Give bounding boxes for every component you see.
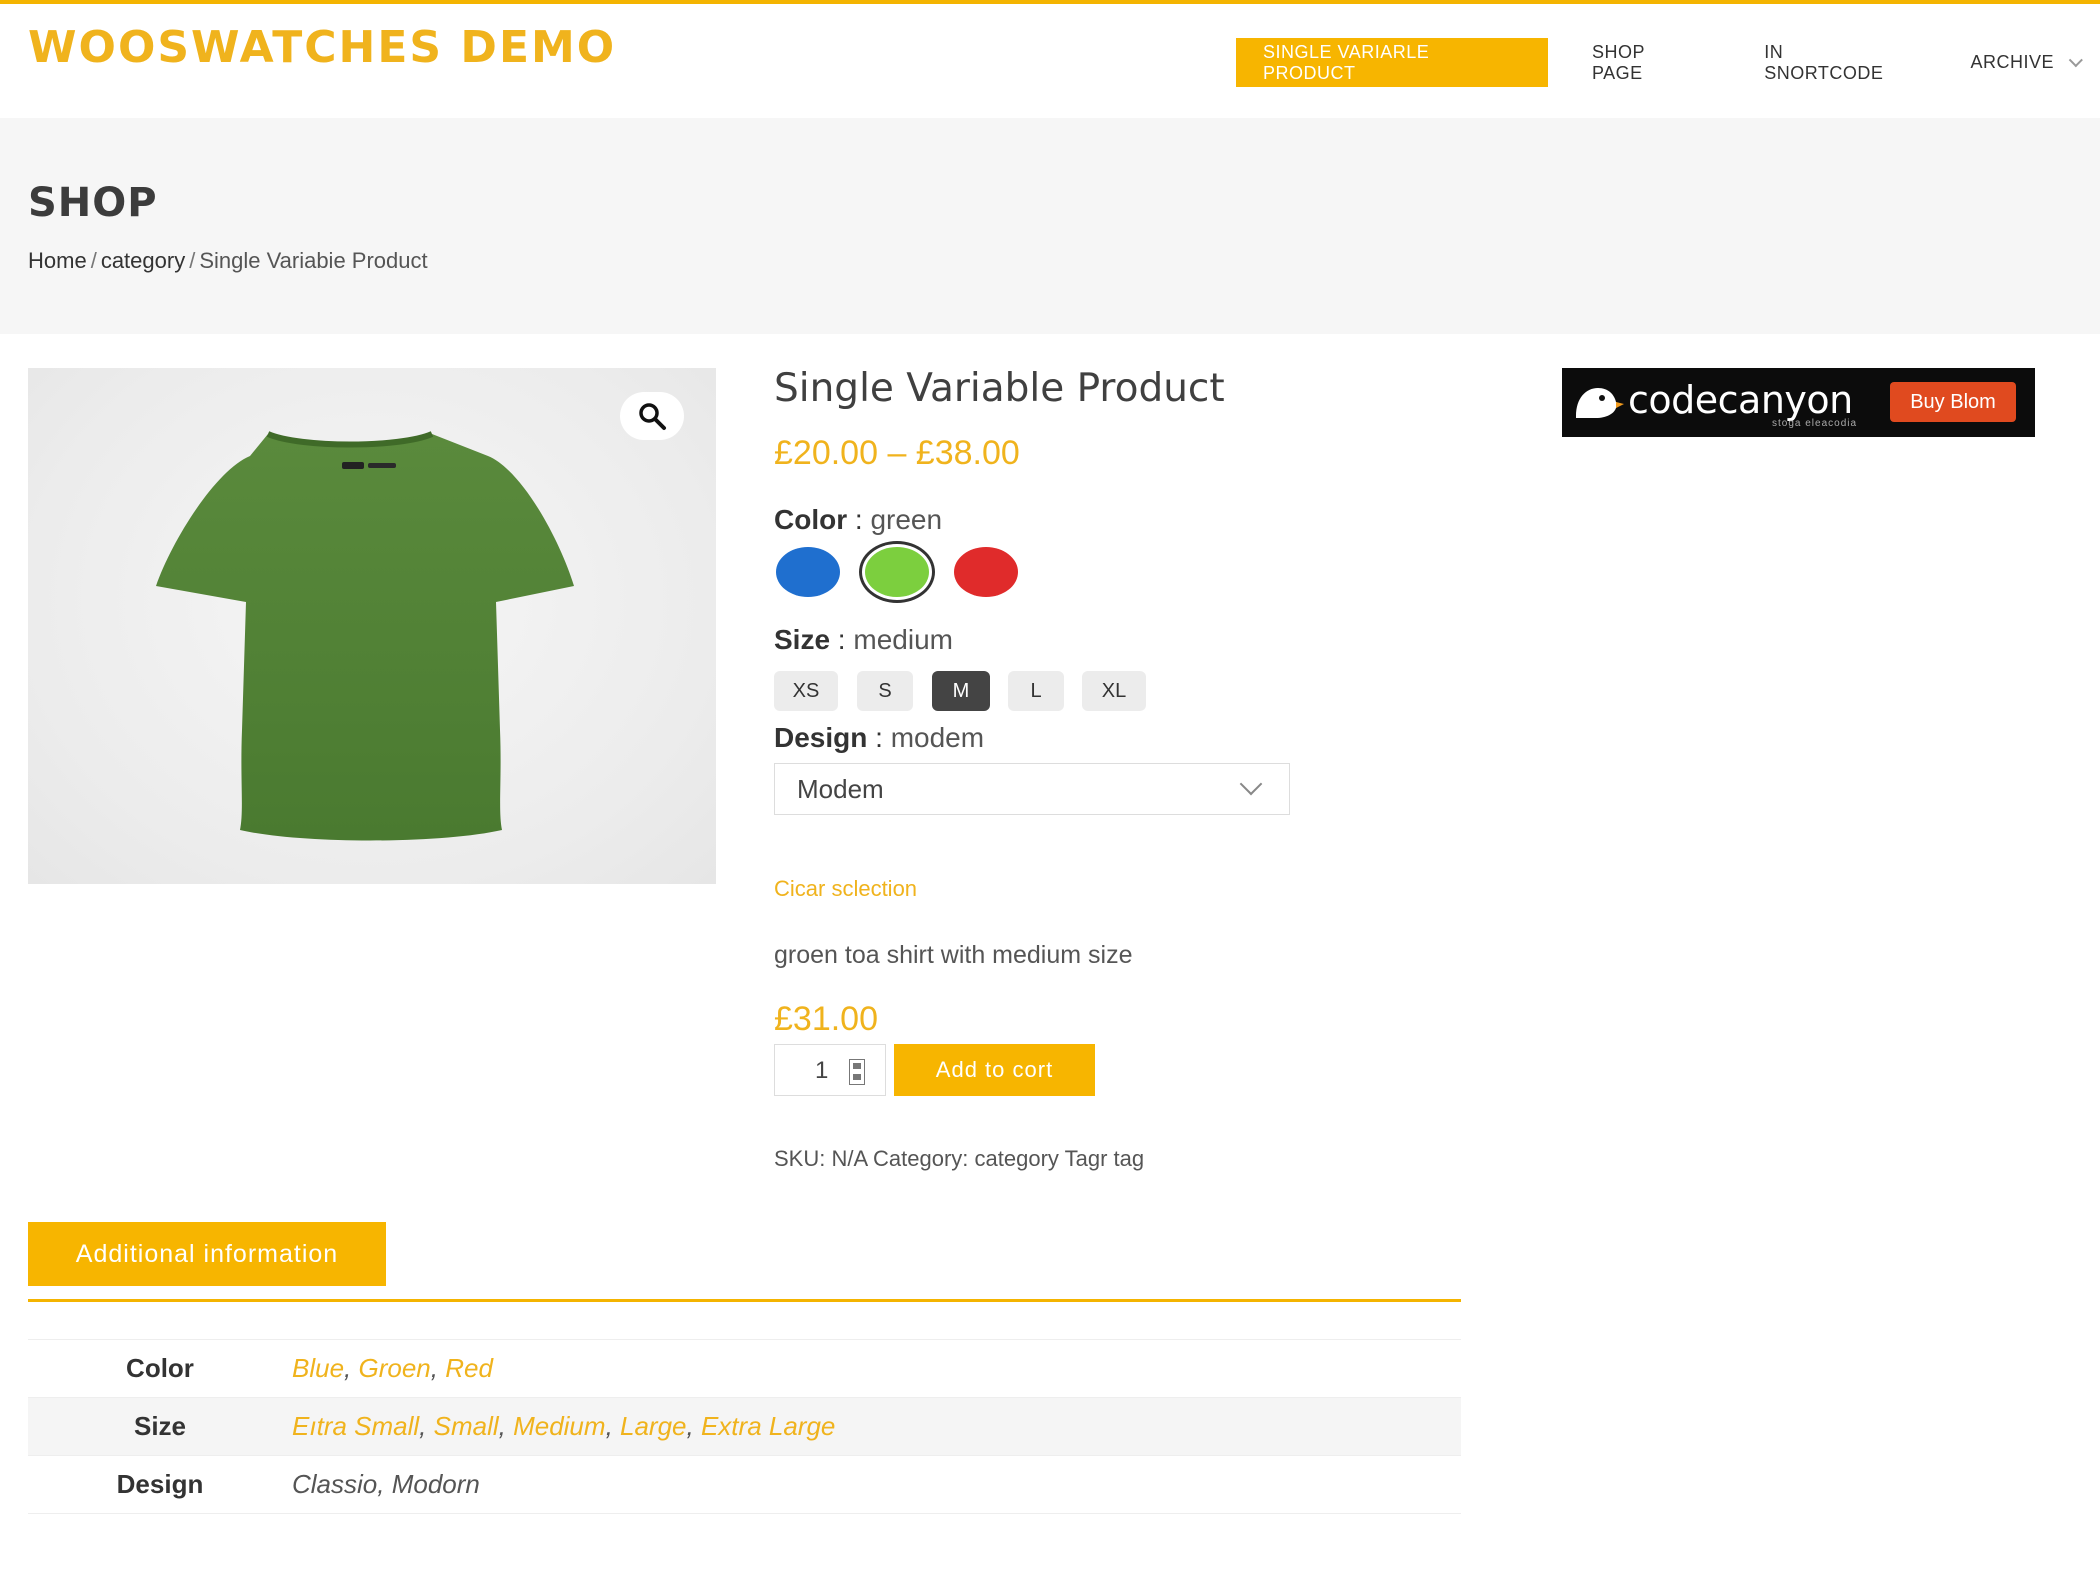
spinner-icon[interactable] [849,1059,865,1085]
size-selected-value: medium [853,624,953,655]
nav-item-single-variable-product[interactable]: SINGLE VARIARLE PRODUCT [1236,38,1548,87]
product-title: Single Variable Product [774,366,1225,411]
price-range: £20.00 – £38.00 [774,434,1020,472]
size-label: Size : medium [774,624,953,656]
color-label-name: Color [774,504,848,535]
tab-additional-information[interactable]: Additional information [28,1222,386,1286]
breadcrumb-home[interactable]: Home [28,248,87,273]
color-label: Color : green [774,504,942,536]
attr-values-color: Blue, Groen, Red [292,1353,493,1383]
site-title[interactable]: WOOSWATCHES DEMO [28,22,616,73]
chevron-down-icon [1239,772,1263,796]
attr-link-extra-small[interactable]: Eıtra Small [292,1411,419,1441]
design-selected-value: modem [890,722,985,753]
label-separator: : [867,722,891,753]
tab-divider [28,1299,1461,1302]
label-separator: : [847,504,871,535]
size-option-xl[interactable]: XL [1082,671,1146,711]
breadcrumb: Home / category / Single Variabie Product [28,248,428,274]
breadcrumb-current: Single Variabie Product [199,248,428,273]
color-swatch-blue[interactable] [776,547,840,597]
attr-name-design: Design [116,1469,204,1499]
table-row: Color Blue, Groen, Red [28,1339,1461,1398]
top-accent-line [0,0,2100,4]
codecanyon-banner[interactable]: codecanyon stoga eleacodia Buy Blom [1562,368,2035,437]
label-separator: : [830,624,854,655]
attr-link-small[interactable]: Small [434,1411,499,1441]
attr-value-modern: Modorn [391,1469,480,1499]
attr-name-size: Size [133,1411,187,1441]
quantity-stepper[interactable]: 1 [774,1044,886,1096]
variation-price: £31.00 [774,1000,878,1038]
attr-value-classic: Classio [292,1469,378,1499]
ad-brand: codecanyon [1628,378,1853,422]
page-title-band [0,118,2100,334]
attr-values-design: Classio, Modorn [292,1469,480,1499]
nav-item-archive[interactable]: ARCHIVE [1948,38,2100,87]
design-label: Design : modem [774,722,984,754]
chevron-down-icon [2068,52,2083,67]
breadcrumb-category[interactable]: category [101,248,185,273]
nav-item-in-shortcode[interactable]: IN SNORTCODE [1742,38,1926,87]
color-swatch-red[interactable] [954,547,1018,597]
attr-values-size: Eıtra Small, Small, Medium, Large, Extra… [292,1411,836,1441]
additional-info-table: Color Blue, Groen, Red Size Eıtra Small,… [28,1339,1461,1514]
attr-link-large[interactable]: Large [620,1411,687,1441]
table-row: Size Eıtra Small, Small, Medium, Large, … [28,1397,1461,1456]
ad-buy-button[interactable]: Buy Blom [1890,382,2016,422]
nav-item-archive-label: ARCHIVE [1970,52,2054,72]
color-selected-value: green [870,504,943,535]
breadcrumb-separator: / [189,248,196,273]
color-swatch-green[interactable] [865,547,929,597]
codecanyon-logo-icon [1576,388,1624,418]
design-select[interactable]: Modem [774,763,1290,815]
product-meta: SKU: N/A Category: category Tagr tag [774,1146,1145,1171]
design-label-name: Design [774,722,868,753]
attr-link-green[interactable]: Groen [359,1353,431,1383]
quantity-value: 1 [815,1057,829,1084]
main-nav: SINGLE VARIARLE PRODUCT SHOP PAGE IN SNO… [1236,38,2100,87]
size-label-name: Size [774,624,831,655]
breadcrumb-separator: / [90,248,97,273]
ad-subtext: stoga eleacodia [1772,418,1858,429]
attr-link-blue[interactable]: Blue [292,1353,344,1383]
search-icon [639,403,666,430]
size-option-xs[interactable]: XS [774,671,838,711]
add-to-cart-button[interactable]: Add to cort [894,1044,1095,1096]
zoom-button[interactable] [620,392,684,440]
size-option-m[interactable]: M [932,671,990,711]
variation-description: groen toa shirt with medium size [774,941,1133,969]
attr-name-color: Color [126,1353,194,1383]
tshirt-image [156,431,574,841]
page-title: SHOP [28,180,158,226]
attr-link-extra-large[interactable]: Extra Large [701,1411,835,1441]
table-row: Design Classio, Modorn [28,1455,1461,1514]
design-select-value: Modem [797,773,884,804]
attr-link-medium[interactable]: Medium [513,1411,605,1441]
clear-selection-link[interactable]: Cicar sclection [774,876,917,902]
size-option-s[interactable]: S [857,671,913,711]
nav-item-shop-page[interactable]: SHOP PAGE [1570,38,1720,87]
attr-link-red[interactable]: Red [445,1353,493,1383]
size-option-l[interactable]: L [1008,671,1064,711]
